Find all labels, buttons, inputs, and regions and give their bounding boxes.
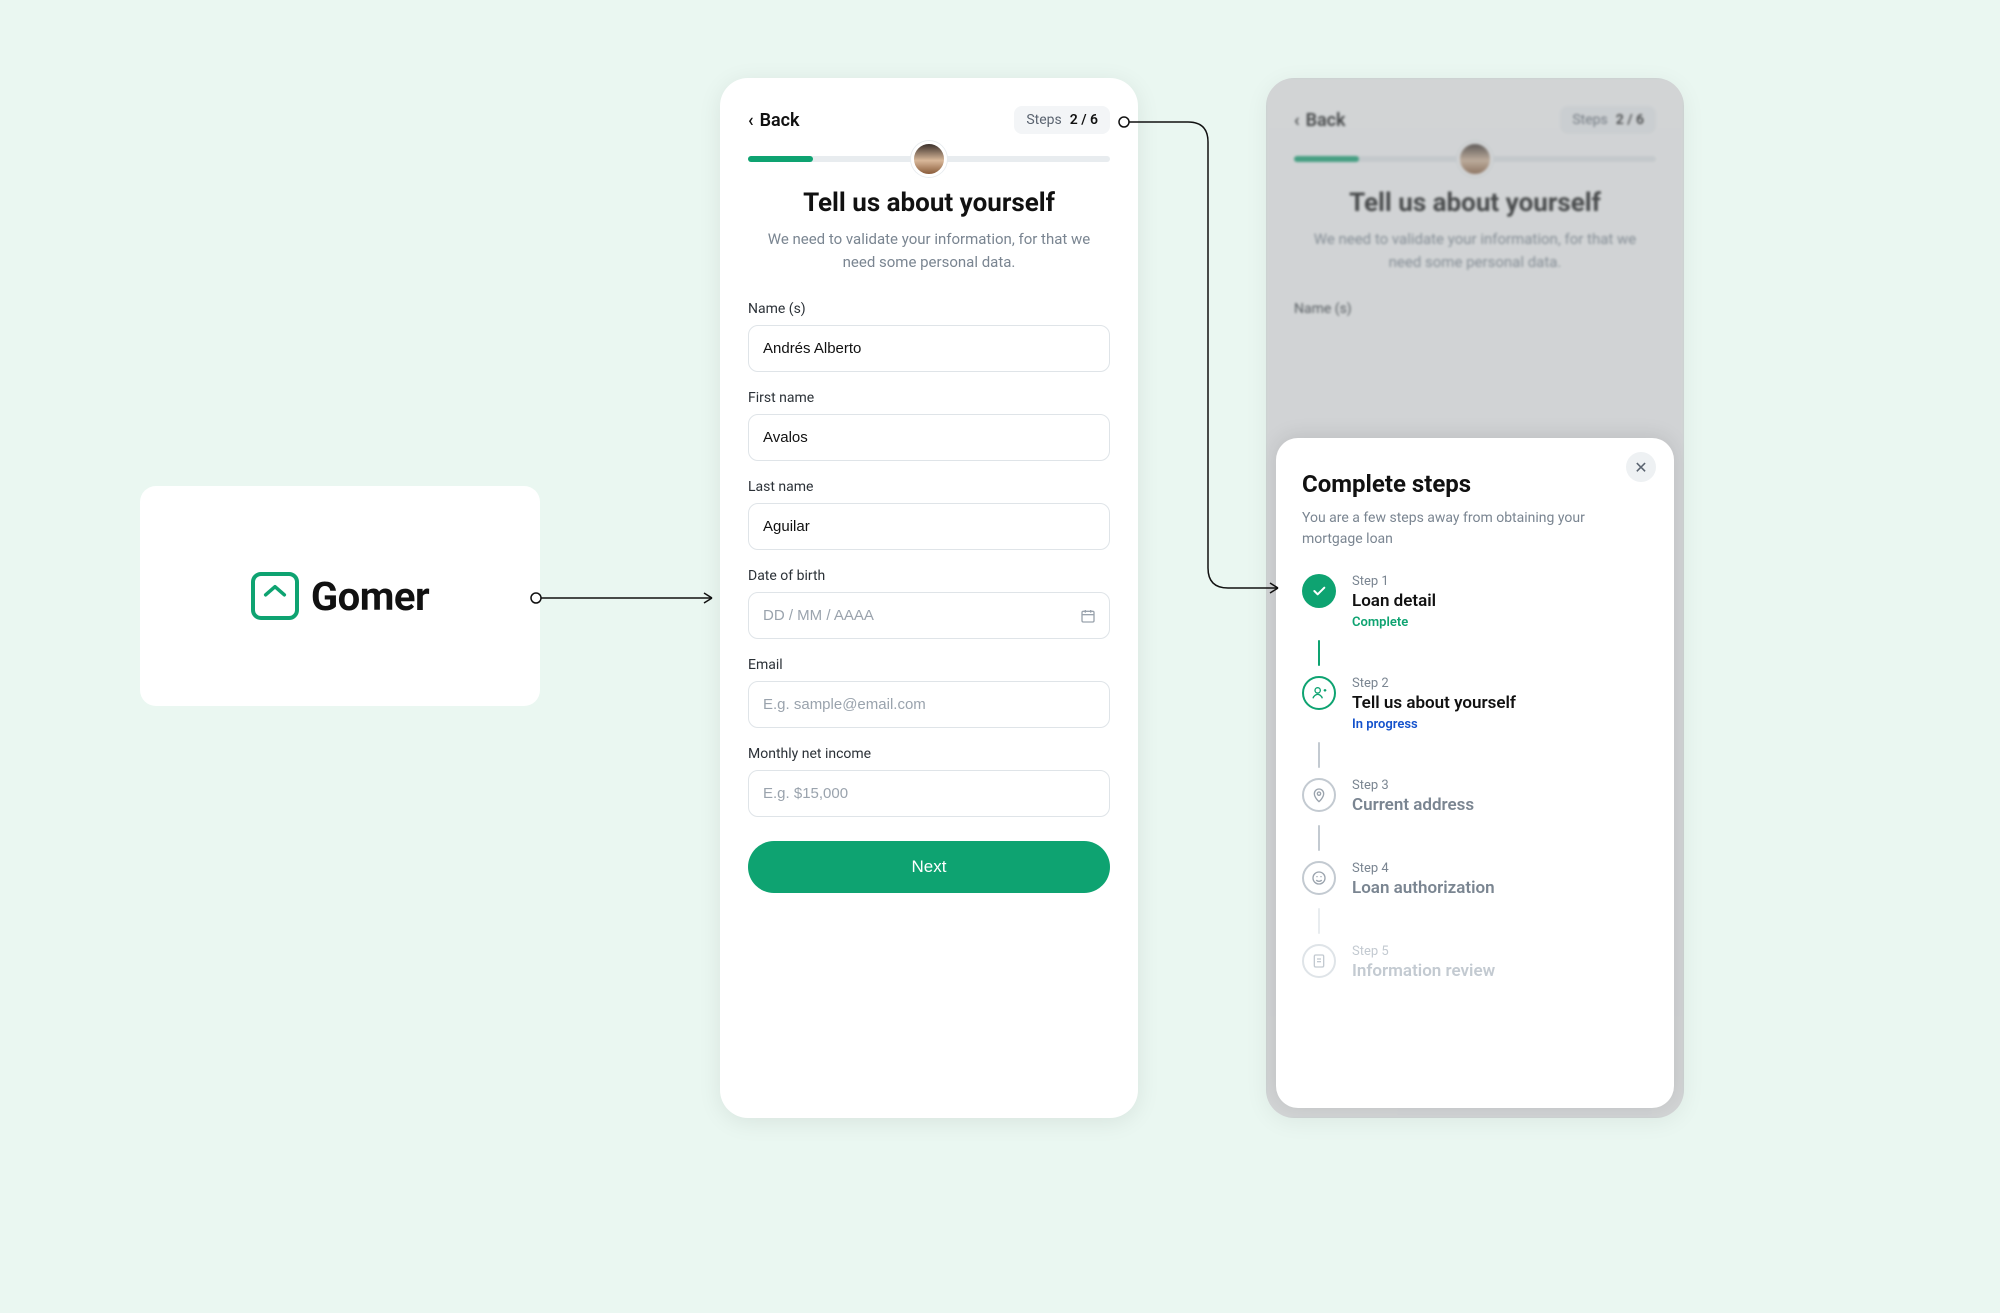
back-label: Back [760, 110, 800, 131]
brand-name: Gomer [311, 573, 429, 620]
document-icon [1311, 953, 1327, 969]
progress-fill [748, 156, 813, 162]
next-button[interactable]: Next [748, 841, 1110, 893]
step-list: Step 1 Loan detail Complete Step 2 Tell … [1302, 574, 1648, 991]
label-first-name: First name [748, 390, 1110, 406]
field-names: Name (s) [748, 301, 1110, 372]
label-email: Email [748, 657, 1110, 673]
check-icon [1311, 583, 1327, 599]
label-names: Name (s) [748, 301, 1110, 317]
label-dob: Date of birth [748, 568, 1110, 584]
close-button[interactable]: ✕ [1626, 452, 1656, 482]
step-connector [1318, 825, 1320, 851]
input-income[interactable] [748, 770, 1110, 817]
label-income: Monthly net income [748, 746, 1110, 762]
step-item-5[interactable]: Step 5 Information review [1302, 944, 1648, 991]
step-kicker: Step 4 [1352, 861, 1495, 876]
input-last-name[interactable] [748, 503, 1110, 550]
step-status: In progress [1352, 717, 1516, 732]
steps-indicator[interactable]: Steps 2 / 6 [1014, 106, 1110, 134]
step-name: Information review [1352, 961, 1495, 981]
step-name: Tell us about yourself [1352, 693, 1516, 713]
field-last-name: Last name [748, 479, 1110, 550]
sheet-subtitle: You are a few steps away from obtaining … [1302, 508, 1648, 550]
step-icon-active [1302, 676, 1336, 710]
page-title: Tell us about yourself [748, 188, 1110, 218]
chevron-left-icon: ‹ [748, 110, 754, 131]
steps-label: Steps [1026, 112, 1061, 128]
brand-card: Gomer [140, 486, 540, 706]
step-kicker: Step 1 [1352, 574, 1436, 589]
back-button[interactable]: ‹ Back [748, 110, 800, 131]
step-connector [1318, 908, 1320, 934]
pin-icon [1311, 787, 1327, 803]
form-header: ‹ Back Steps 2 / 6 [748, 106, 1110, 134]
step-kicker: Step 2 [1352, 676, 1516, 691]
steps-count: 2 / 6 [1070, 112, 1098, 128]
step-icon-faded [1302, 944, 1336, 978]
steps-sheet: ✕ Complete steps You are a few steps awa… [1276, 438, 1674, 1108]
label-last-name: Last name [748, 479, 1110, 495]
sheet-title: Complete steps [1302, 470, 1648, 498]
arrow-connector-1 [530, 588, 730, 608]
step-item-2[interactable]: Step 2 Tell us about yourself In progres… [1302, 676, 1648, 742]
step-icon-done [1302, 574, 1336, 608]
step-kicker: Step 5 [1352, 944, 1495, 959]
step-name: Current address [1352, 795, 1474, 815]
calendar-icon [1080, 608, 1096, 624]
house-icon [261, 582, 289, 610]
field-first-name: First name [748, 390, 1110, 461]
progress-bar [748, 156, 1110, 162]
field-dob: Date of birth [748, 568, 1110, 639]
step-connector [1318, 640, 1320, 666]
brand-logo-icon [251, 572, 299, 620]
step-name: Loan authorization [1352, 878, 1495, 898]
field-income: Monthly net income [748, 746, 1110, 817]
step-item-3[interactable]: Step 3 Current address [1302, 778, 1648, 825]
user-icon [1311, 685, 1327, 701]
input-first-name[interactable] [748, 414, 1110, 461]
emoji-icon [1311, 870, 1327, 886]
form-card: ‹ Back Steps 2 / 6 Tell us about yoursel… [720, 78, 1138, 1118]
step-icon-pending [1302, 861, 1336, 895]
arrow-connector-2 [1118, 108, 1298, 608]
field-email: Email [748, 657, 1110, 728]
steps-card: ‹ Back Steps 2 / 6 Tell us about yoursel… [1266, 78, 1684, 1118]
step-icon-pending [1302, 778, 1336, 812]
step-item-4[interactable]: Step 4 Loan authorization [1302, 861, 1648, 908]
step-connector [1318, 742, 1320, 768]
input-email[interactable] [748, 681, 1110, 728]
step-item-1[interactable]: Step 1 Loan detail Complete [1302, 574, 1648, 640]
input-names[interactable] [748, 325, 1110, 372]
avatar [911, 141, 947, 177]
step-kicker: Step 3 [1352, 778, 1474, 793]
close-icon: ✕ [1634, 458, 1647, 477]
input-dob[interactable] [748, 592, 1110, 639]
step-status: Complete [1352, 615, 1436, 630]
step-name: Loan detail [1352, 591, 1436, 611]
page-subtitle: We need to validate your information, fo… [748, 228, 1110, 273]
